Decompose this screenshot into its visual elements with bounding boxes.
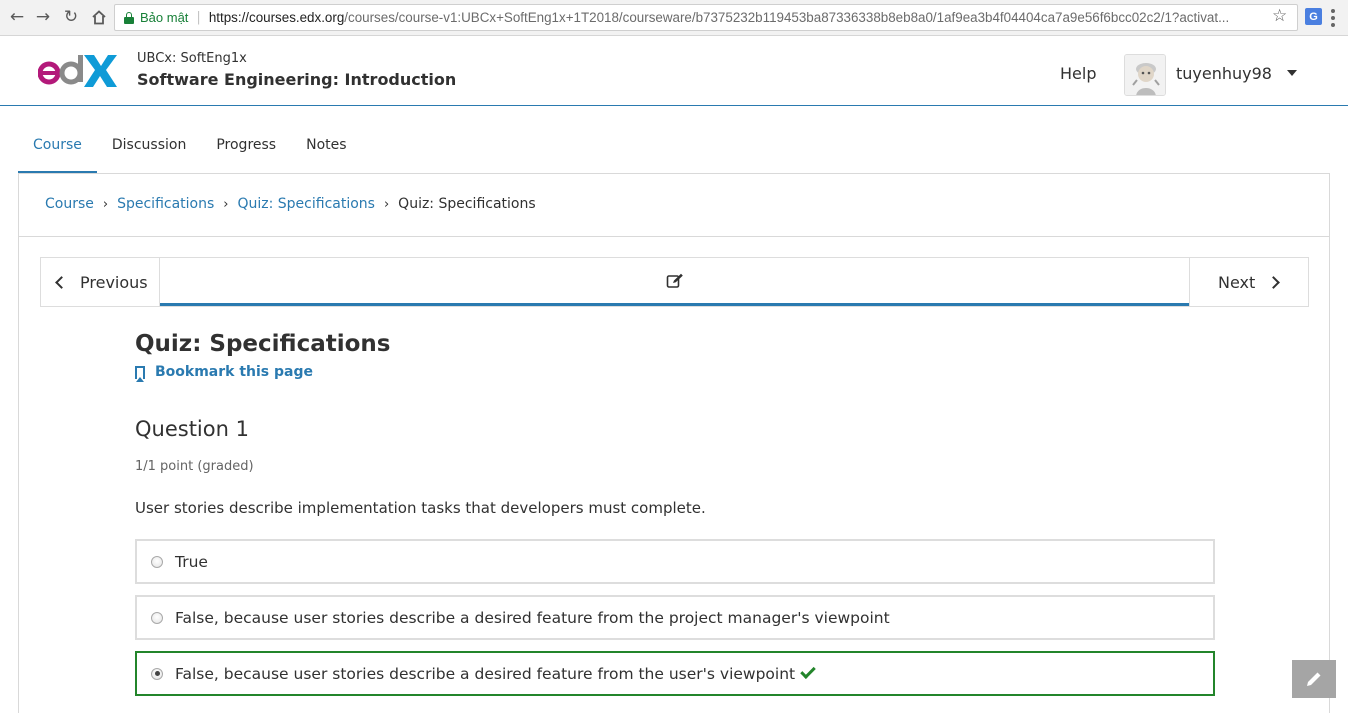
username[interactable]: tuyenhuy98 xyxy=(1176,64,1272,83)
edx-logo[interactable] xyxy=(38,51,118,91)
checkmark-icon xyxy=(800,662,816,679)
home-icon[interactable] xyxy=(88,6,110,28)
next-button[interactable]: Next xyxy=(1189,258,1308,306)
question-points: 1/1 point (graded) xyxy=(135,459,254,474)
secure-label: Bảo mật xyxy=(140,10,189,25)
tab-discussion[interactable]: Discussion xyxy=(97,130,201,174)
sequence-unit-tab[interactable] xyxy=(160,258,1189,306)
breadcrumb-section[interactable]: Specifications xyxy=(117,196,214,212)
forward-icon[interactable]: → xyxy=(32,6,54,28)
answer-label: False, because user stories describe a d… xyxy=(175,664,796,683)
sequence-nav: Previous Next xyxy=(40,257,1309,307)
previous-button[interactable]: Previous xyxy=(41,258,160,306)
radio-button[interactable] xyxy=(151,611,163,624)
bookmark-button[interactable]: Bookmark this page xyxy=(135,364,313,382)
tab-notes[interactable]: Notes xyxy=(291,130,361,174)
courseware-content: Course › Specifications › Quiz: Specific… xyxy=(18,173,1330,713)
browser-menu-icon[interactable] xyxy=(1331,9,1335,27)
chevron-right-icon: › xyxy=(223,196,229,212)
previous-label: Previous xyxy=(80,272,148,292)
answer-label: True xyxy=(175,552,208,571)
course-org: UBCx: SoftEng1x xyxy=(137,51,247,66)
page-title: Quiz: Specifications xyxy=(135,331,391,357)
divider: | xyxy=(196,10,201,25)
translate-extension-icon[interactable]: G xyxy=(1305,8,1322,25)
edit-pencil-button[interactable] xyxy=(1292,660,1336,698)
chevron-right-icon: › xyxy=(383,196,390,212)
bookmark-icon xyxy=(135,365,145,382)
chevron-right-icon xyxy=(1267,275,1281,289)
answer-option[interactable]: True xyxy=(135,539,1215,584)
divider xyxy=(19,236,1329,237)
edit-problem-icon xyxy=(666,273,683,288)
breadcrumb: Course › Specifications › Quiz: Specific… xyxy=(45,196,536,212)
help-link[interactable]: Help xyxy=(1060,64,1096,83)
site-header: UBCx: SoftEng1x Software Engineering: In… xyxy=(0,36,1348,106)
radio-button-selected[interactable] xyxy=(151,667,163,680)
breadcrumb-subsection[interactable]: Quiz: Specifications xyxy=(237,196,374,212)
pencil-icon xyxy=(1307,672,1321,686)
lock-icon xyxy=(124,11,134,24)
chevron-down-icon[interactable] xyxy=(1287,70,1297,76)
course-tabs: Course Discussion Progress Notes xyxy=(18,130,362,174)
course-name: Software Engineering: Introduction xyxy=(137,70,457,89)
radio-button[interactable] xyxy=(151,555,163,568)
question-title: Question 1 xyxy=(135,417,249,441)
breadcrumb-current: Quiz: Specifications xyxy=(398,196,536,212)
tab-progress[interactable]: Progress xyxy=(201,130,291,174)
tab-course[interactable]: Course xyxy=(18,130,97,174)
answer-label: False, because user stories describe a d… xyxy=(175,608,890,627)
back-icon[interactable]: ← xyxy=(6,6,28,28)
avatar[interactable] xyxy=(1124,54,1166,96)
reload-icon[interactable]: ↻ xyxy=(60,6,82,28)
browser-toolbar: ← → ↻ Bảo mật | https://courses.edx.org/… xyxy=(0,0,1348,36)
chevron-right-icon: › xyxy=(102,196,109,212)
breadcrumb-course[interactable]: Course xyxy=(45,196,94,212)
address-bar[interactable]: Bảo mật | https://courses.edx.org/course… xyxy=(114,4,1298,31)
url-text[interactable]: https://courses.edx.org/courses/course-v… xyxy=(209,10,1229,25)
bookmark-star-icon[interactable]: ☆ xyxy=(1272,6,1287,26)
next-label: Next xyxy=(1218,272,1256,292)
bookmark-label: Bookmark this page xyxy=(155,364,313,380)
answer-option-correct[interactable]: False, because user stories describe a d… xyxy=(135,651,1215,696)
chevron-left-icon xyxy=(55,275,68,289)
answer-option[interactable]: False, because user stories describe a d… xyxy=(135,595,1215,640)
question-prompt: User stories describe implementation tas… xyxy=(135,499,706,517)
